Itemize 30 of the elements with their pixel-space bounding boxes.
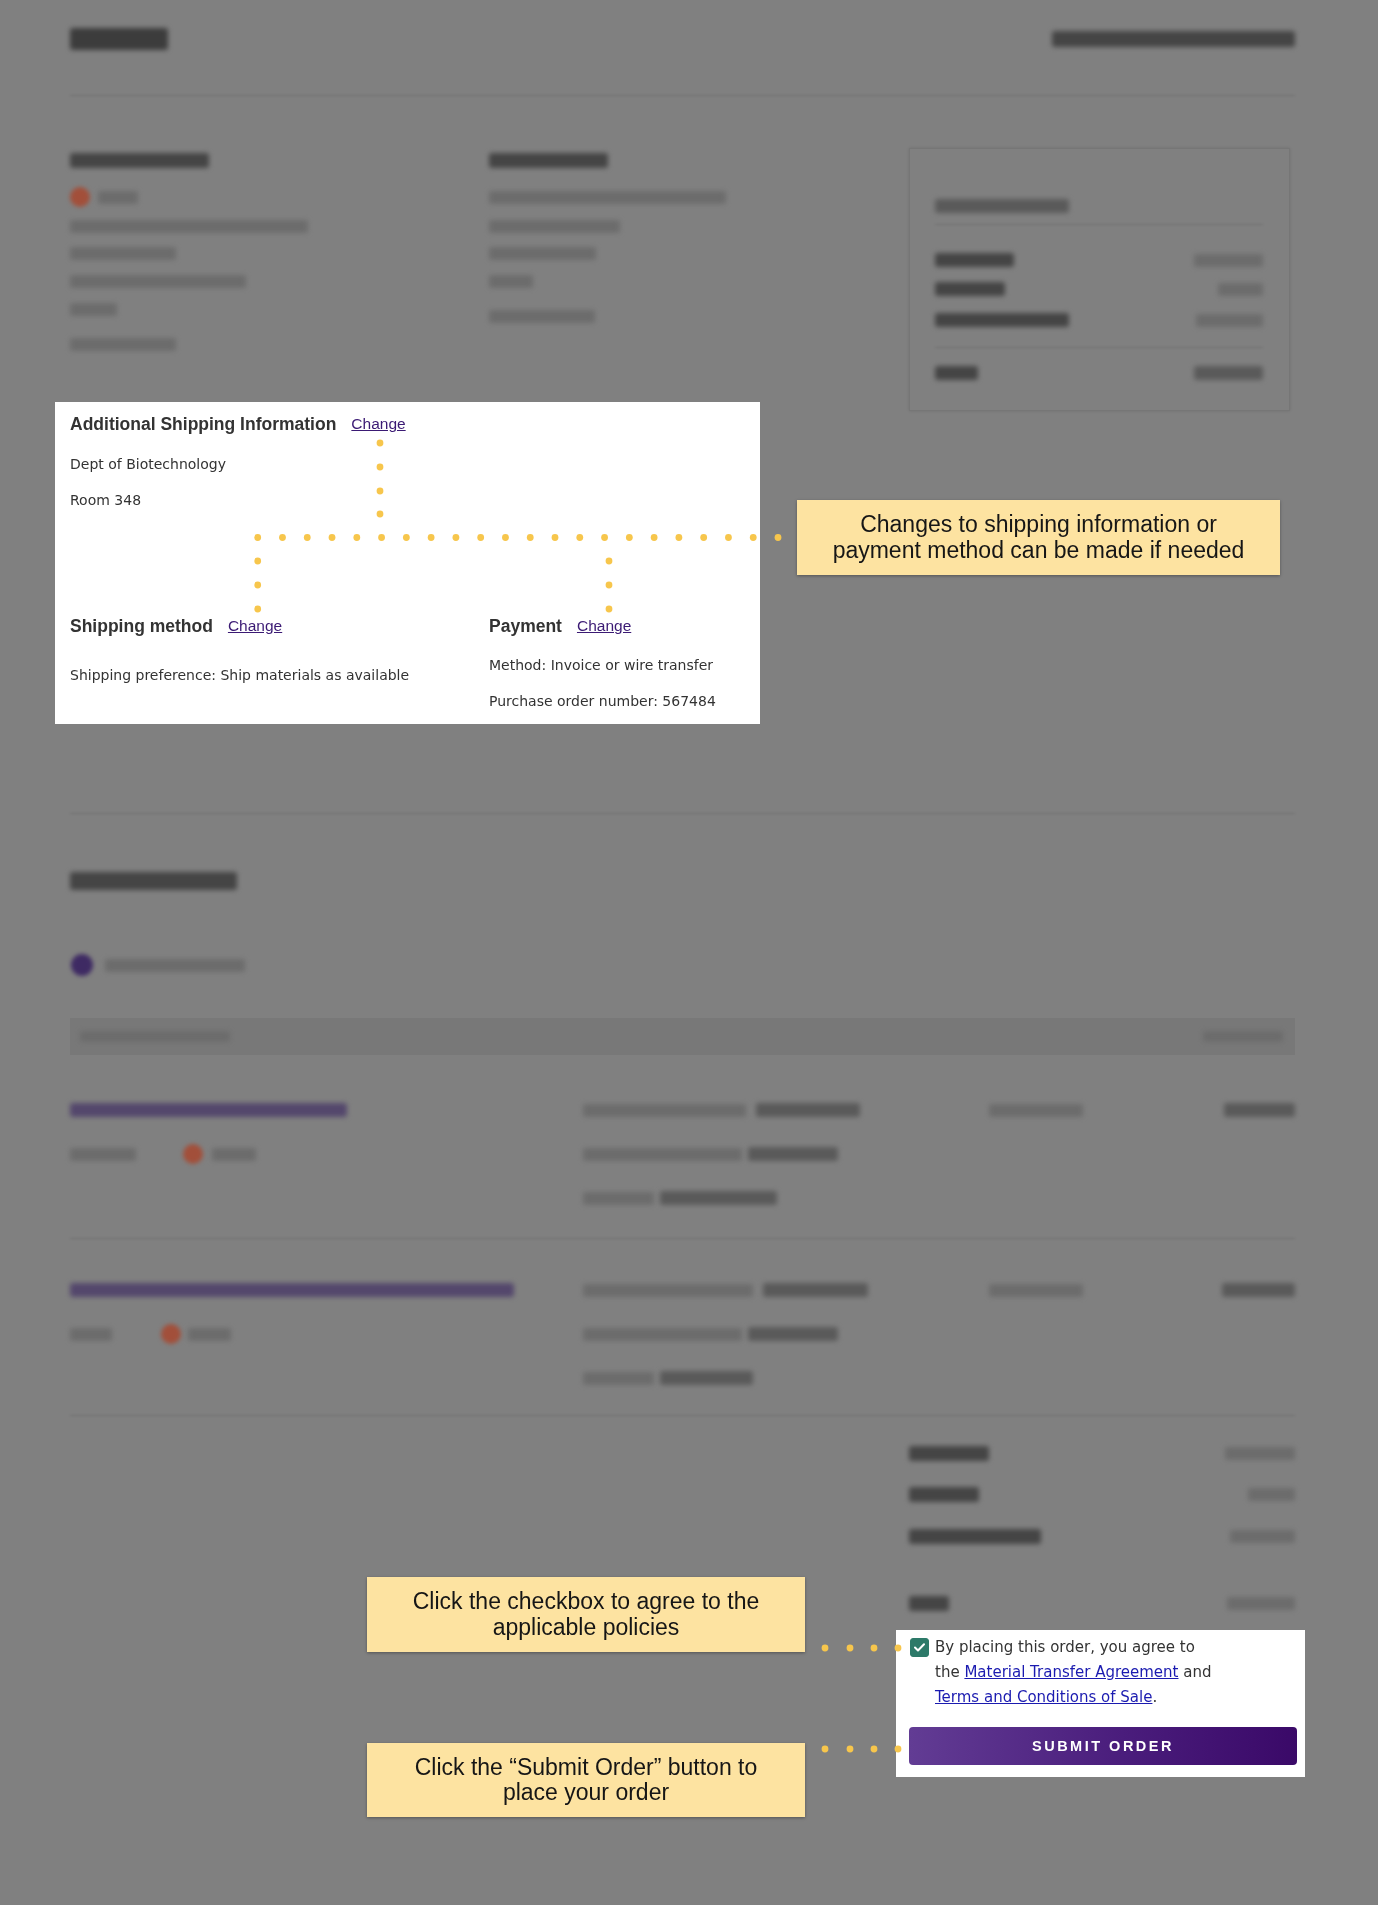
checkbox[interactable] xyxy=(910,1638,929,1657)
check-icon xyxy=(914,1643,925,1652)
submit-order-button[interactable]: SUBMIT ORDER xyxy=(909,1727,1297,1765)
policy-link[interactable]: Terms and Conditions of Sale xyxy=(935,1688,1153,1706)
policy-link[interactable]: Material Transfer Agreement xyxy=(964,1663,1179,1681)
callout-note: Click the “Submit Order” button to place your order xyxy=(367,1743,805,1817)
section-heading: Additional Shipping Information xyxy=(70,413,337,436)
info-text: Room 348 xyxy=(70,491,143,510)
blurred-text xyxy=(1194,366,1263,380)
info-text: Dept of Biotechnology xyxy=(70,455,227,474)
change-link[interactable]: Change xyxy=(351,412,406,436)
agreement-text: By placing this order, you agree to the Material Transfer Agreement and Terms and Conditions of Sale. xyxy=(935,1637,1213,1708)
change-link[interactable]: Change xyxy=(227,614,283,638)
blurred-dot-icon xyxy=(161,1324,181,1344)
blurred-text xyxy=(1224,1103,1295,1117)
blurred-text xyxy=(909,1486,979,1502)
change-link[interactable]: Change xyxy=(576,614,632,638)
blurred-dot-icon xyxy=(70,187,90,207)
info-text: Method: Invoice or wire transfer xyxy=(489,656,715,675)
callout-note: Changes to shipping information or payment method can be made if needed xyxy=(797,500,1280,575)
blurred-text xyxy=(935,282,1005,296)
section-heading: Shipping method xyxy=(70,615,213,638)
blurred-text xyxy=(935,366,978,380)
callout-note: Click the checkbox to agree to the applicable policies xyxy=(367,1577,805,1652)
blurred-dot-icon xyxy=(71,954,93,976)
section-heading: Payment xyxy=(489,615,562,638)
info-text: Shipping preference: Ship materials as available xyxy=(70,666,411,685)
blurred-text xyxy=(909,1595,949,1611)
blurred-dot-icon xyxy=(183,1144,203,1164)
info-text: Purchase order number: 567484 xyxy=(489,692,717,711)
